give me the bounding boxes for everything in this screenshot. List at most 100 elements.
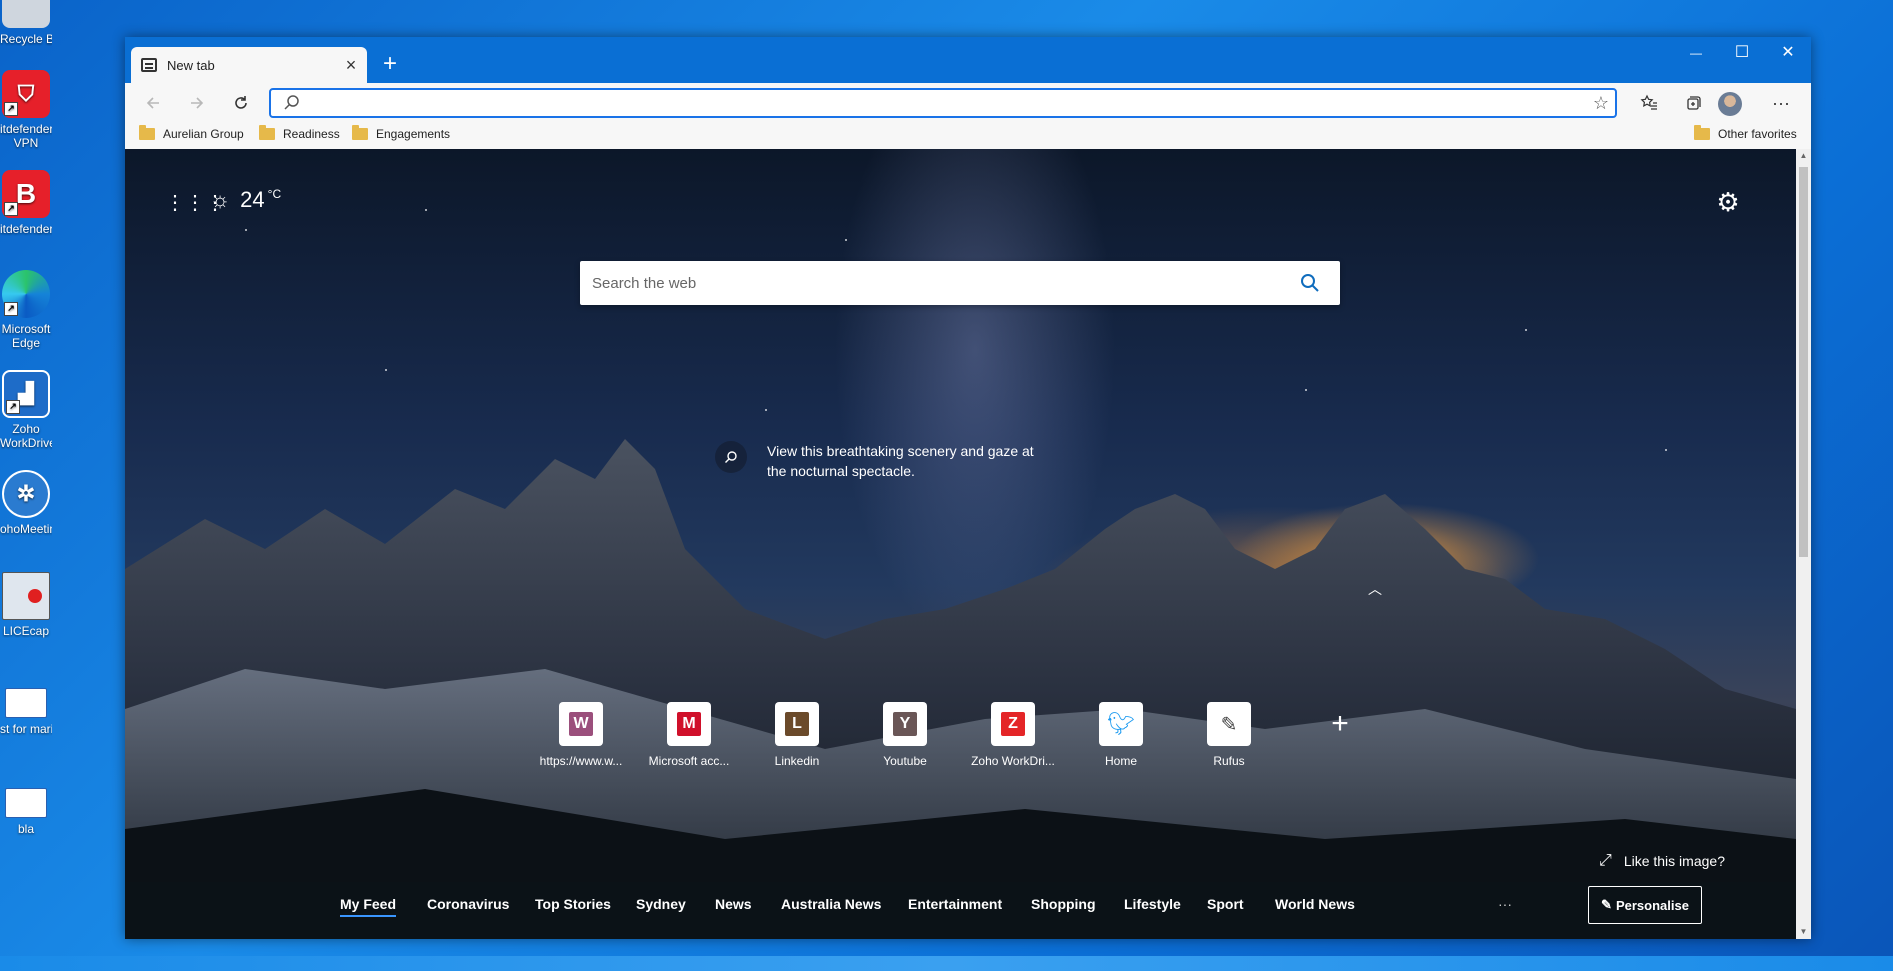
settings-more-button[interactable]: ··· xyxy=(1765,87,1797,119)
app-launcher-icon[interactable]: ⋮⋮⋮ xyxy=(165,191,225,215)
maximize-button[interactable]: ☐ xyxy=(1719,37,1765,69)
search-icon[interactable] xyxy=(1290,271,1330,295)
weather-widget[interactable]: ☼ 24 °C xyxy=(210,187,281,213)
feed-tab[interactable]: Coronavirus xyxy=(427,896,509,912)
page-scrollbar[interactable]: ▲ ▼ xyxy=(1796,149,1811,939)
desktop-icon-bitdefender-vpn[interactable]: ⛉ ↗ itdefender VPN xyxy=(0,70,52,150)
browser-window: New tab × + — ☐ ✕ ☆ ··· Aurelian Group R… xyxy=(125,37,1811,939)
temperature-unit: °C xyxy=(267,187,282,201)
shortcut-arrow-icon: ↗ xyxy=(4,202,18,216)
star xyxy=(385,369,387,371)
desktop-icon-licecap[interactable]: LICEcap xyxy=(0,572,52,638)
web-search-box[interactable] xyxy=(580,261,1340,305)
desktop-icon-microsoft-edge[interactable]: ↗ Microsoft Edge xyxy=(0,270,52,350)
folder-icon xyxy=(1694,125,1710,140)
quick-link-tile[interactable]: ✎ Rufus xyxy=(1183,702,1275,768)
favorites-button[interactable] xyxy=(1633,87,1665,119)
feed-tab[interactable]: Sport xyxy=(1207,896,1244,912)
new-tab-button[interactable]: + xyxy=(375,49,405,79)
folder-icon xyxy=(139,125,155,140)
site-letter-icon: Y xyxy=(893,712,917,736)
forward-button[interactable] xyxy=(181,87,213,119)
other-favorites-folder[interactable]: Other favorites xyxy=(1694,125,1797,141)
scroll-up-arrow-icon[interactable]: ▲ xyxy=(1796,149,1811,163)
folder-icon xyxy=(352,125,368,140)
scrollbar-thumb[interactable] xyxy=(1799,167,1808,557)
usb-drive-icon: ✎ xyxy=(1220,713,1238,736)
feed-tab[interactable]: My Feed xyxy=(340,896,397,917)
image-caption[interactable]: View this breathtaking scenery and gaze … xyxy=(715,441,1037,481)
more-dots-icon: ··· xyxy=(1772,93,1790,113)
personalise-button[interactable]: ✎ Personalise xyxy=(1588,886,1702,924)
recycle-bin-icon xyxy=(2,0,50,28)
new-tab-page: ⋮⋮⋮ ☼ 24 °C ⚙ View this breathtaking sce… xyxy=(125,149,1796,939)
edge-icon: ↗ xyxy=(2,270,50,318)
document-icon xyxy=(5,688,47,718)
back-button[interactable] xyxy=(137,87,169,119)
feed-tab[interactable]: Sydney xyxy=(636,896,686,912)
feed-more-button[interactable]: ··· xyxy=(1498,896,1512,912)
desktop-icon-bitdefender[interactable]: B ↗ itdefender xyxy=(0,170,52,236)
feed-tab[interactable]: Top Stories xyxy=(535,896,611,912)
licecap-icon xyxy=(2,572,50,620)
quick-link-tile[interactable]: 🐦︎ Home xyxy=(1075,702,1167,768)
star xyxy=(1525,329,1527,331)
tab-page-icon xyxy=(141,58,157,72)
feed-tab[interactable]: Australia News xyxy=(781,896,881,912)
search-icon xyxy=(284,95,299,110)
shortcut-arrow-icon: ↗ xyxy=(4,102,18,116)
arrow-right-icon xyxy=(191,97,204,109)
quick-link-tile[interactable]: L Linkedin xyxy=(751,702,843,768)
quick-link-tile[interactable]: M Microsoft acc... xyxy=(643,702,735,768)
collapse-chevron-up-icon[interactable]: ︿ xyxy=(1365,579,1385,597)
add-site-button[interactable]: + xyxy=(1320,704,1360,744)
shortcut-arrow-icon: ↗ xyxy=(6,400,20,414)
favorite-folder-aurelian-group[interactable]: Aurelian Group xyxy=(139,125,244,141)
quick-link-tile[interactable]: W https://www.w... xyxy=(535,702,627,768)
feed-navigation: My Feed Coronavirus Top Stories Sydney N… xyxy=(125,882,1796,939)
star xyxy=(845,239,847,241)
feed-tab[interactable]: Shopping xyxy=(1031,896,1096,912)
star xyxy=(765,409,767,411)
temperature: 24 xyxy=(240,187,265,212)
tab-close-button[interactable]: × xyxy=(341,55,361,76)
tab-new-tab[interactable]: New tab × xyxy=(131,47,367,83)
desktop-icon-zoho-workdrive[interactable]: ▟↗ Zoho WorkDriveTS xyxy=(0,370,52,450)
feed-tab[interactable]: World News xyxy=(1275,896,1355,912)
collections-button[interactable] xyxy=(1677,87,1709,119)
quick-links: W https://www.w... M Microsoft acc... L … xyxy=(535,702,1435,782)
quick-link-tile[interactable]: Y Youtube xyxy=(859,702,951,768)
star xyxy=(1305,389,1307,391)
favorite-folder-readiness[interactable]: Readiness xyxy=(259,125,340,141)
page-settings-gear-icon[interactable]: ⚙ xyxy=(1713,187,1743,217)
like-image-button[interactable]: ⤢ Like this image? xyxy=(1599,852,1725,870)
zoho-meeting-icon: ✲ xyxy=(2,470,50,518)
tab-title: New tab xyxy=(167,57,215,73)
address-bar[interactable]: ☆ xyxy=(269,88,1617,118)
sun-icon: ☼ xyxy=(210,187,231,212)
feed-tab[interactable]: News xyxy=(715,896,752,912)
desktop-icon-document[interactable]: bla xyxy=(0,788,52,836)
minimize-button[interactable]: — xyxy=(1673,37,1719,69)
favorite-folder-engagements[interactable]: Engagements xyxy=(352,125,450,141)
collections-icon xyxy=(1687,96,1701,110)
desktop-icon-document[interactable]: st for mario xyxy=(0,688,52,736)
refresh-button[interactable] xyxy=(225,87,257,119)
feed-tab[interactable]: Lifestyle xyxy=(1124,896,1181,912)
quick-link-tile[interactable]: Z Zoho WorkDri... xyxy=(967,702,1059,768)
close-window-button[interactable]: ✕ xyxy=(1765,37,1811,69)
desktop-icon-zoho-meeting[interactable]: ✲ ohoMeeting xyxy=(0,470,52,536)
feed-tab[interactable]: Entertainment xyxy=(908,896,1002,912)
pencil-icon: ✎ xyxy=(1601,897,1612,912)
scroll-down-arrow-icon[interactable]: ▼ xyxy=(1796,925,1811,939)
web-search-input[interactable] xyxy=(590,273,1290,293)
desktop-icon-recycle-bin[interactable]: Recycle Bin xyxy=(0,0,52,46)
add-favorite-star-icon[interactable]: ☆ xyxy=(1587,93,1615,114)
title-bar: New tab × + — ☐ ✕ xyxy=(125,37,1811,83)
star xyxy=(1665,449,1667,451)
twitter-bird-icon: 🐦︎ xyxy=(1107,711,1135,736)
site-letter-icon: Z xyxy=(1001,712,1025,736)
star xyxy=(245,229,247,231)
address-input[interactable] xyxy=(309,94,1587,112)
profile-avatar[interactable] xyxy=(1718,92,1742,116)
